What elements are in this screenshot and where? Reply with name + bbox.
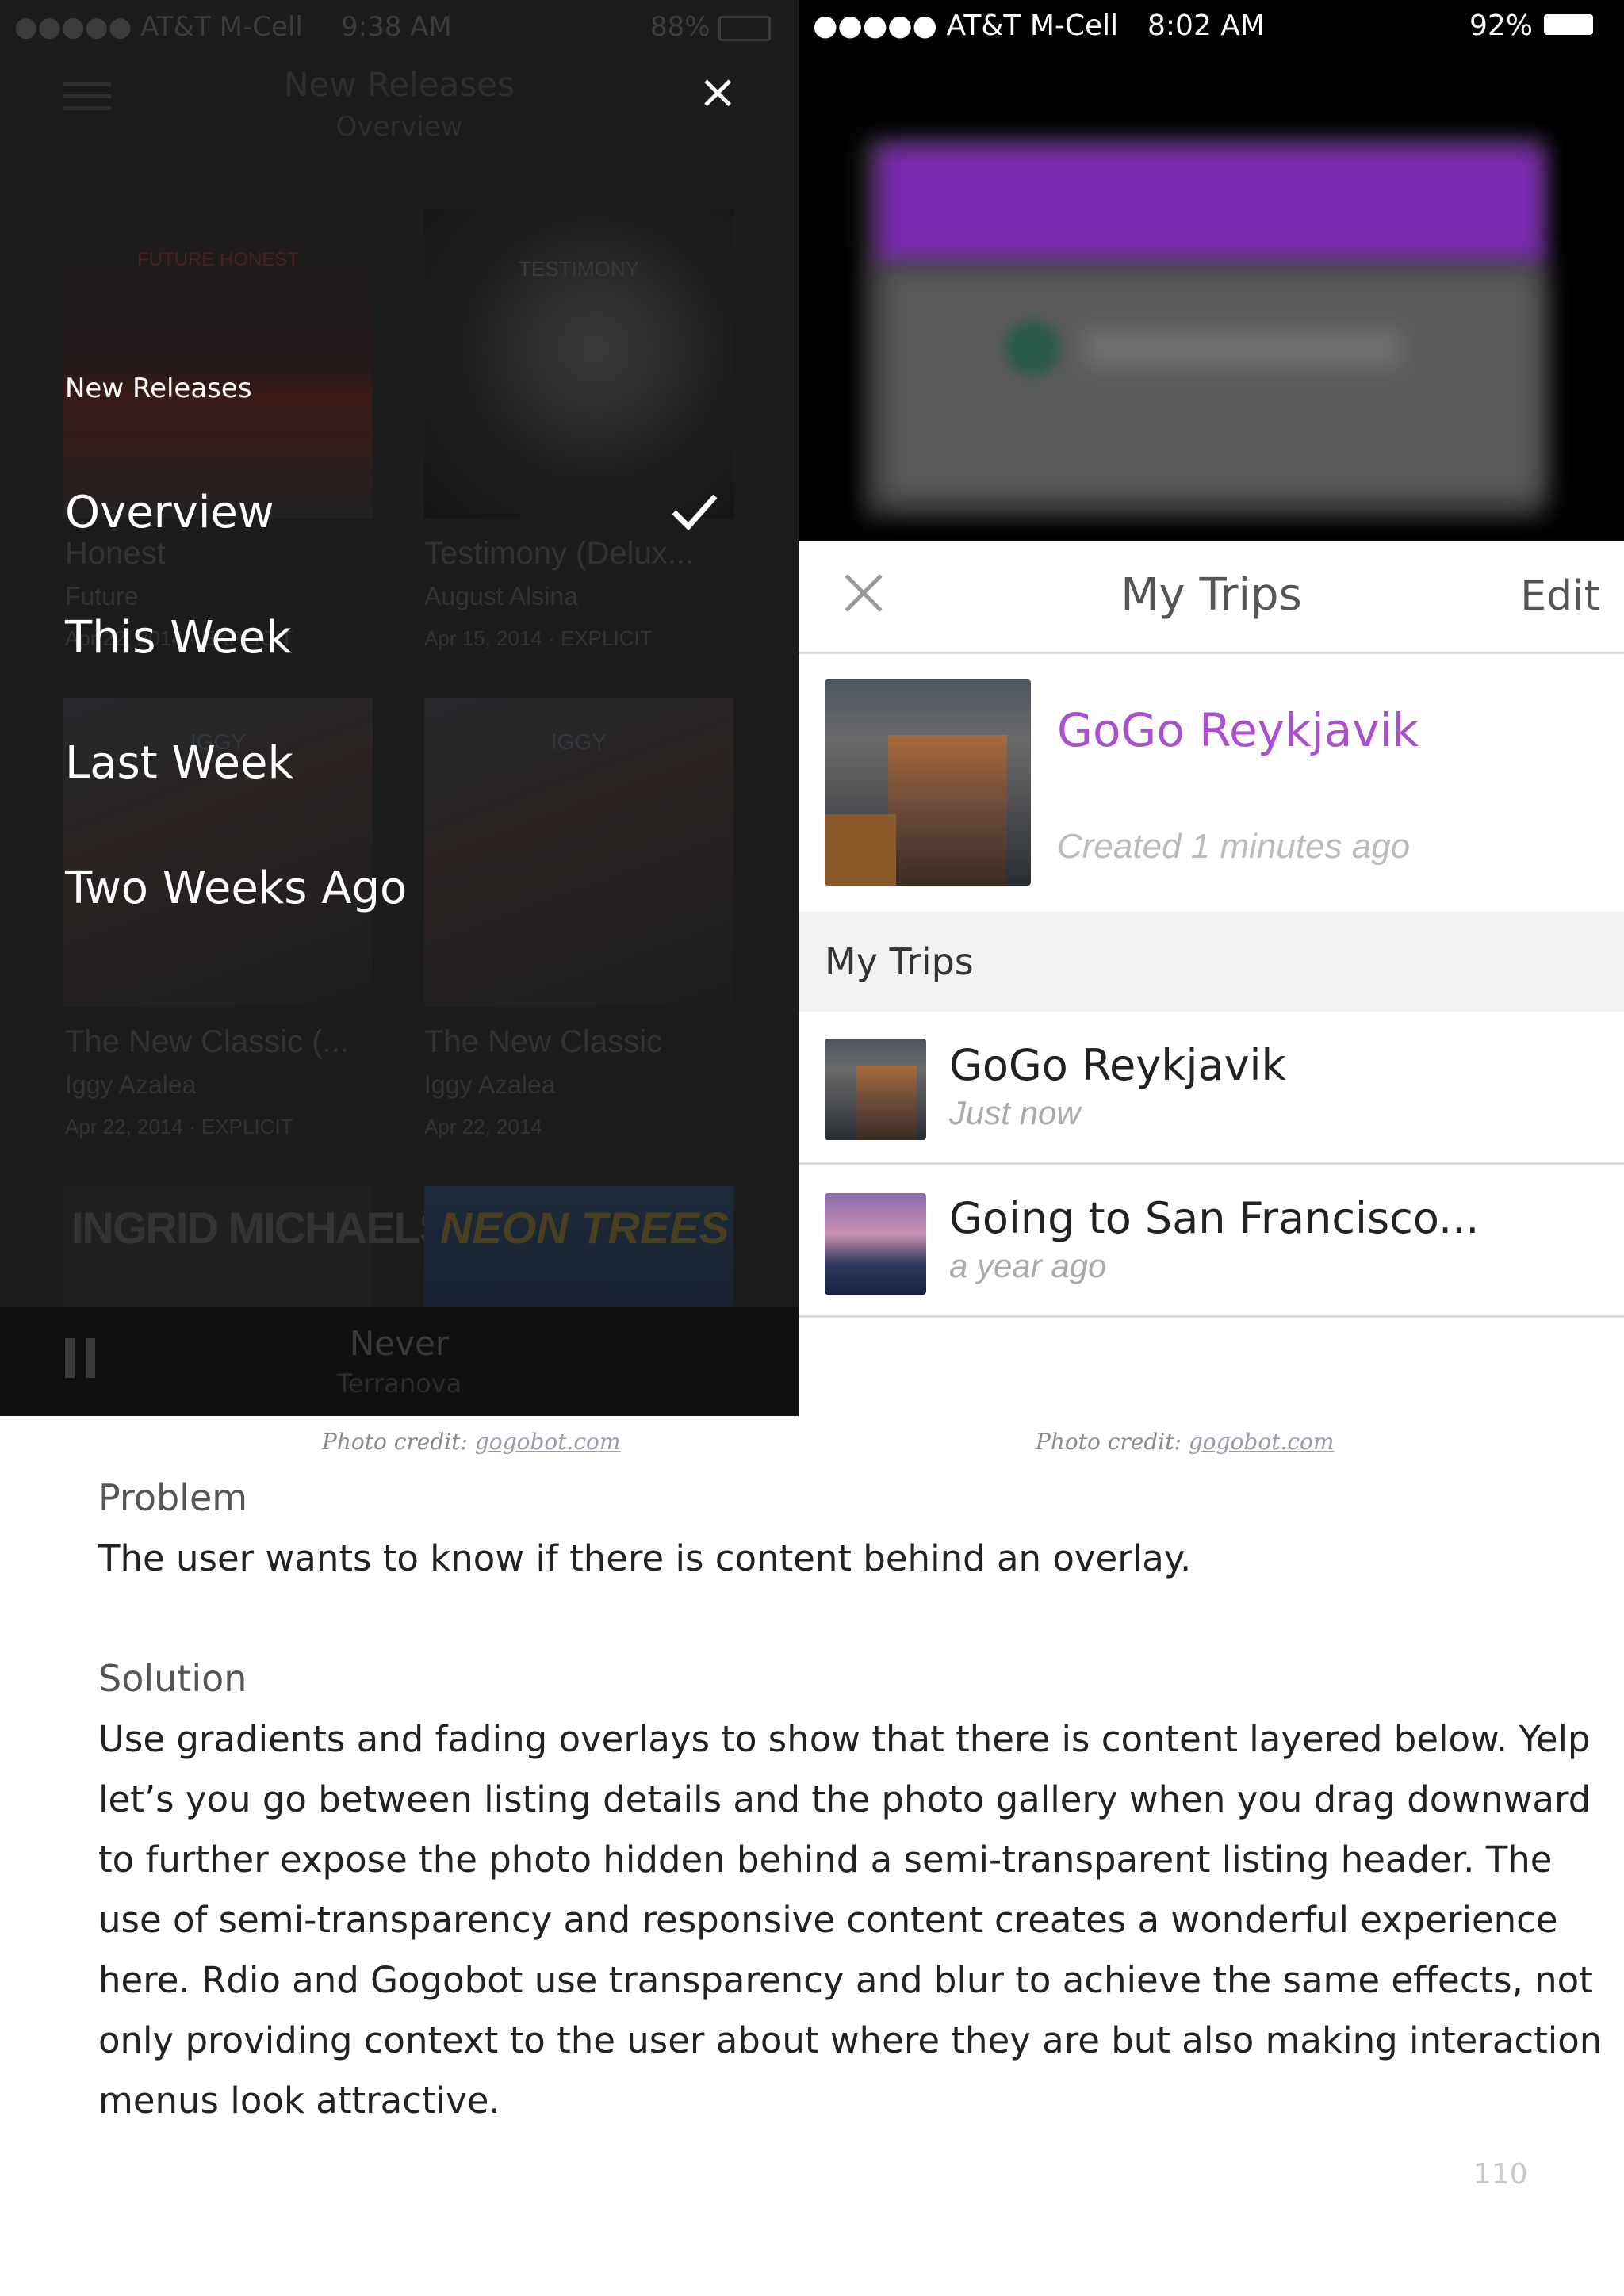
trip-thumbnail bbox=[825, 1039, 926, 1140]
caption-prefix: Photo credit: bbox=[1036, 1429, 1182, 1455]
trip-thumbnail bbox=[825, 1193, 926, 1295]
album-cover: NEON TREES bbox=[424, 1186, 733, 1307]
album-title: Testimony (Delux... bbox=[424, 536, 695, 571]
list-item[interactable]: GoGo Reykjavik Just now bbox=[799, 1012, 1624, 1162]
track-title: Never bbox=[349, 1324, 450, 1363]
section-header: My Trips bbox=[799, 912, 1624, 1012]
caption-link[interactable]: gogobot.com bbox=[475, 1429, 621, 1455]
solution-heading: Solution bbox=[98, 1657, 247, 1700]
blurred-dot bbox=[1005, 320, 1060, 376]
album-cover: IGGY bbox=[424, 698, 733, 1007]
page-title: New Releases bbox=[284, 65, 515, 104]
album-title: The New Classic bbox=[424, 1024, 663, 1059]
caption-link[interactable]: gogobot.com bbox=[1189, 1429, 1335, 1455]
problem-heading: Problem bbox=[98, 1476, 248, 1519]
track-artist: Terranova bbox=[336, 1368, 462, 1399]
blurred-background bbox=[799, 51, 1624, 541]
status-bar: ●●●●● AT&T M-Cell 8:02 AM 92% bbox=[799, 0, 1624, 51]
album-cover-text: NEON TREES bbox=[440, 1203, 730, 1253]
album-cover: INGRID MICHAELSON bbox=[63, 1186, 512, 1307]
menu-item-overview[interactable]: Overview bbox=[65, 487, 274, 538]
album-artist: August Alsina bbox=[424, 582, 578, 610]
photo-credit-caption: Photo credit: gogobot.com bbox=[1036, 1429, 1334, 1455]
album-cover-text: TESTIMONY bbox=[519, 257, 639, 281]
album-cover: TESTIMONY bbox=[424, 209, 733, 519]
album-title: The New Classic (... bbox=[65, 1024, 349, 1059]
battery-percent: 92% bbox=[1469, 10, 1534, 42]
menu-item-this-week[interactable]: This Week bbox=[65, 612, 292, 664]
rdio-screenshot: ●●●●● AT&T M-Cell 9:38 AM 88% New Releas… bbox=[0, 0, 799, 1416]
album-artist: Future bbox=[65, 582, 139, 610]
gogobot-screenshot: ●●●●● AT&T M-Cell 8:02 AM 92% My Trips E… bbox=[799, 0, 1624, 1416]
album-meta: Apr 22, 2014 bbox=[424, 1115, 542, 1138]
album-artist: Iggy Azalea bbox=[65, 1070, 197, 1099]
trip-name: GoGo Reykjavik bbox=[949, 1040, 1286, 1090]
carrier-label: ●●●●● AT&T M-Cell bbox=[813, 10, 1119, 42]
carrier-label: ●●●●● AT&T M-Cell bbox=[14, 11, 303, 43]
menu-item-last-week[interactable]: Last Week bbox=[65, 737, 293, 789]
time-label: 8:02 AM bbox=[1147, 10, 1265, 42]
battery-icon bbox=[718, 16, 771, 41]
status-bar: ●●●●● AT&T M-Cell 9:38 AM 88% bbox=[0, 0, 799, 51]
menu-item-two-weeks-ago[interactable]: Two Weeks Ago bbox=[65, 863, 407, 914]
list-item[interactable]: Going to San Francisco... a year ago bbox=[799, 1165, 1624, 1315]
trip-name: Going to San Francisco... bbox=[949, 1193, 1480, 1243]
menu-section-label: New Releases bbox=[65, 373, 252, 404]
solution-text: Use gradients and fading overlays to sho… bbox=[98, 1718, 1603, 2122]
nav-title: My Trips bbox=[1120, 569, 1302, 621]
blurred-row bbox=[1084, 328, 1401, 368]
album-cover: FUTURE HONEST bbox=[63, 209, 373, 519]
album-meta: Apr 15, 2014 · EXPLICIT bbox=[424, 626, 653, 650]
page-subtitle: Overview bbox=[335, 111, 463, 143]
page-number: 110 bbox=[1473, 2158, 1528, 2191]
trip-time: Just now bbox=[949, 1094, 1081, 1131]
time-label: 9:38 AM bbox=[341, 11, 452, 43]
problem-text: The user wants to know if there is conte… bbox=[98, 1537, 1192, 1579]
blurred-body bbox=[878, 265, 1544, 503]
trip-photo bbox=[825, 679, 1031, 886]
album-cover-text: FUTURE HONEST bbox=[137, 249, 299, 270]
album-title: Honest bbox=[65, 536, 166, 571]
section-title: My Trips bbox=[825, 940, 974, 983]
nav-bar: My Trips Edit bbox=[799, 541, 1624, 653]
trip-time: a year ago bbox=[949, 1247, 1107, 1284]
checkmark-icon bbox=[671, 492, 718, 531]
battery-icon bbox=[1544, 14, 1593, 35]
battery-percent: 88% bbox=[650, 11, 710, 43]
blurred-header bbox=[878, 146, 1544, 265]
album-meta: Apr 22, 2014 · EXPLICIT bbox=[65, 1115, 293, 1138]
album-cover-text: IGGY bbox=[550, 729, 607, 754]
featured-trip-title[interactable]: GoGo Reykjavik bbox=[1057, 703, 1419, 757]
photo-credit-caption: Photo credit: gogobot.com bbox=[322, 1429, 620, 1455]
divider bbox=[799, 1315, 1624, 1318]
caption-prefix: Photo credit: bbox=[322, 1429, 468, 1455]
album-artist: Iggy Azalea bbox=[424, 1070, 556, 1099]
now-playing-bar[interactable]: Never Terranova bbox=[0, 1307, 799, 1416]
featured-trip-created: Created 1 minutes ago bbox=[1057, 827, 1411, 866]
close-icon[interactable]: × bbox=[698, 68, 737, 116]
edit-button[interactable]: Edit bbox=[1520, 572, 1600, 620]
featured-trip-card[interactable]: GoGo Reykjavik Created 1 minutes ago bbox=[799, 654, 1624, 912]
